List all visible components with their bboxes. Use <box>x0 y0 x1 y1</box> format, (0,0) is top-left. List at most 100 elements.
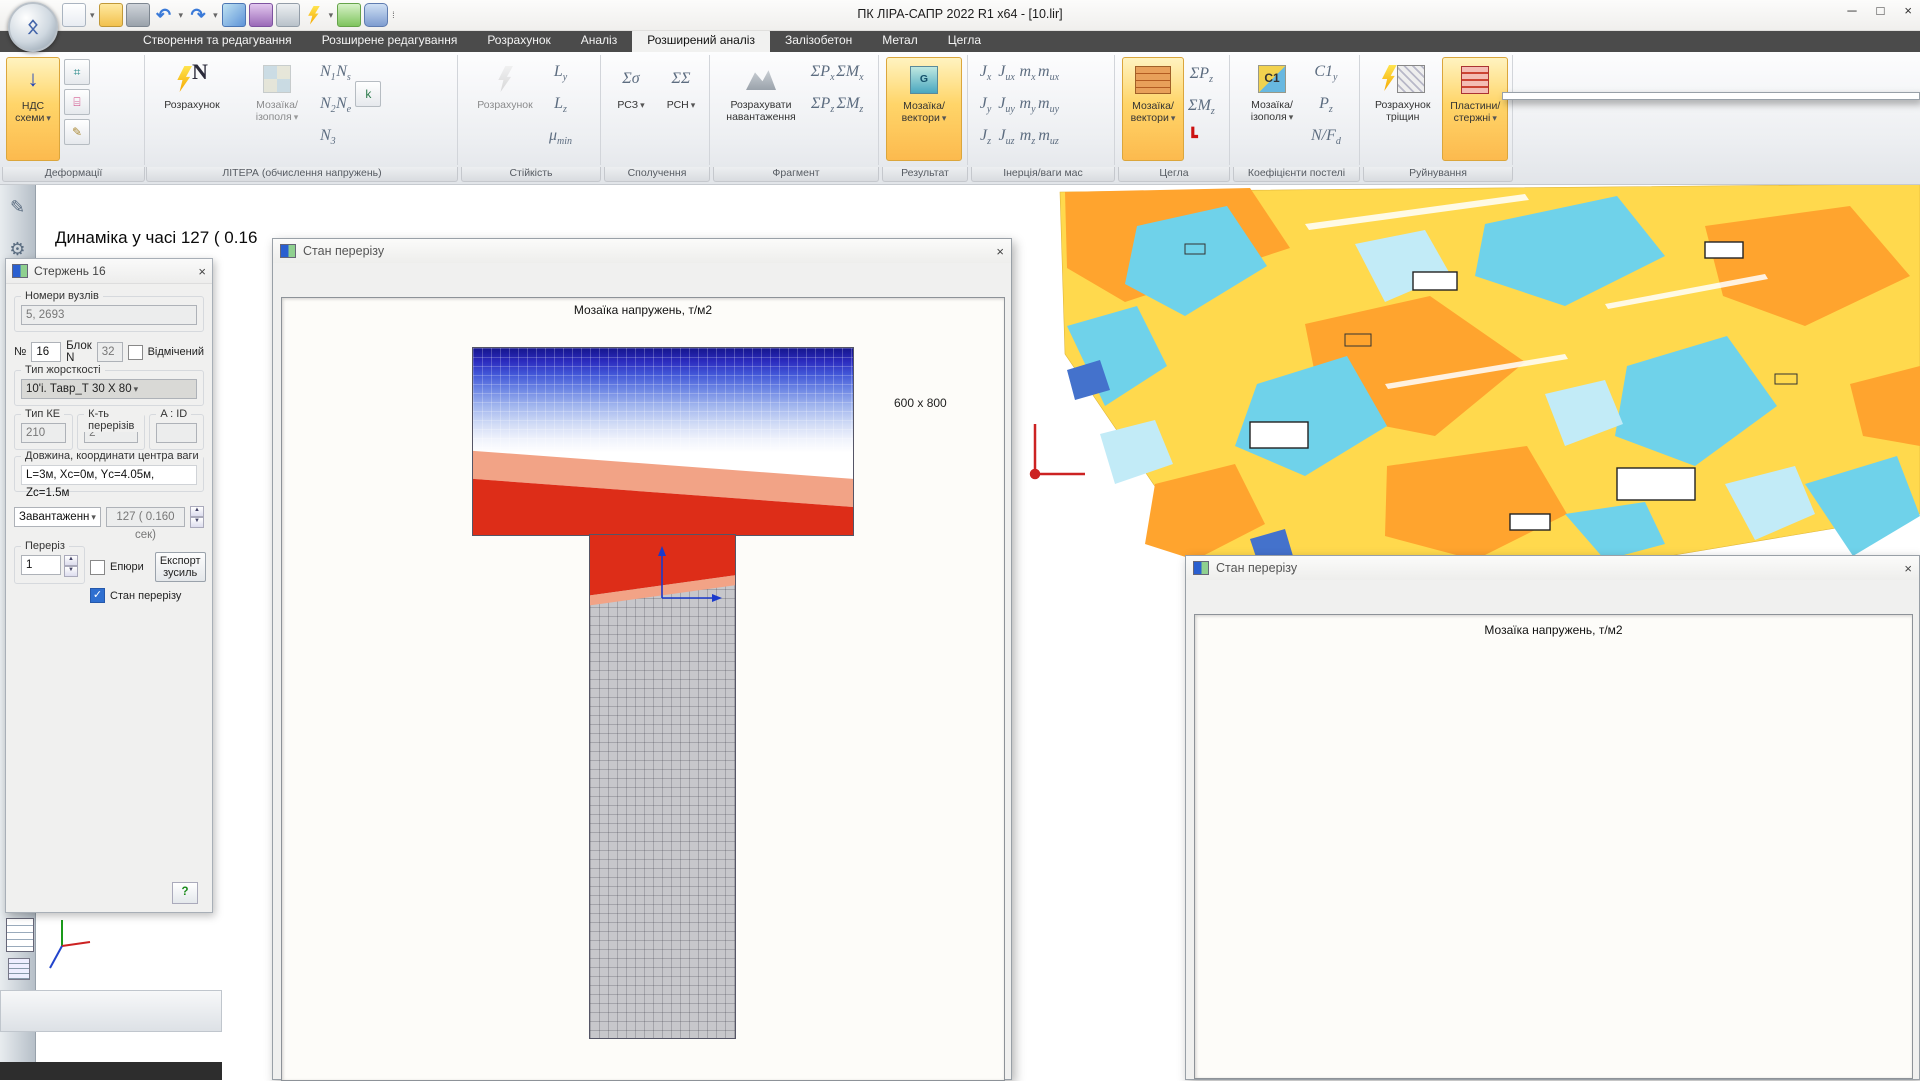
help-button[interactable]: ? <box>172 882 198 904</box>
redo-icon[interactable]: ↷ <box>187 4 209 26</box>
section-stepper[interactable]: ▲▼ <box>64 555 78 577</box>
panel-title-bar[interactable]: Стержень 16 × <box>6 259 212 284</box>
letter-button-mx[interactable]: mx <box>1020 63 1036 83</box>
rsn-button[interactable]: ΣΣРСН <box>658 57 704 161</box>
section-number-field[interactable]: 1 <box>21 555 61 575</box>
save-icon[interactable] <box>126 3 150 27</box>
letter-button-n2[interactable]: N2 <box>320 95 336 115</box>
lock-icon[interactable] <box>364 3 388 27</box>
red-angle-icon[interactable]: ┗ <box>1188 127 1215 147</box>
epures-label: Епюри <box>110 561 144 573</box>
stiffness-select[interactable]: 10'і. Тавр_Т 30 X 80 <box>21 379 197 399</box>
letter-button-juy[interactable]: Juy <box>998 95 1015 115</box>
more-icon[interactable]: ⁞ <box>392 10 395 20</box>
table-icon[interactable] <box>6 918 34 952</box>
letter-button-n3[interactable]: N3 <box>320 127 336 147</box>
flash-calc-icon[interactable] <box>303 4 325 26</box>
tab-цегла[interactable]: Цегла <box>933 30 996 52</box>
minimize-icon[interactable]: ─ <box>1847 3 1856 18</box>
letter-button-min[interactable]: μmin <box>549 127 572 147</box>
letter-button-mux[interactable]: mux <box>1038 63 1059 83</box>
tab-розширене-редагування[interactable]: Розширене редагування <box>307 30 473 52</box>
tab-розширений-аналіз[interactable]: Розширений аналіз <box>632 30 770 52</box>
lira-logo: ᛟ <box>8 2 58 52</box>
letter-button-ly[interactable]: Ly <box>554 63 567 83</box>
letter-button-jx[interactable]: Jx <box>980 63 992 83</box>
k-sphere-icon[interactable]: k <box>355 81 381 107</box>
tab-метал[interactable]: Метал <box>867 30 932 52</box>
letter-button-jux[interactable]: Jux <box>998 63 1015 83</box>
epures-checkbox[interactable] <box>90 560 105 575</box>
marked-checkbox[interactable] <box>128 345 143 360</box>
book-icon[interactable] <box>249 3 273 27</box>
layered-section-3d-view[interactable] <box>1195 727 1912 1077</box>
letter-button-n-fd[interactable]: N/Fd <box>1311 127 1341 147</box>
window-title-bar[interactable]: Стан перерізу × <box>1186 556 1919 580</box>
caret-down-icon[interactable]: ▾ <box>90 10 95 21</box>
3d-mosaic-view[interactable] <box>1005 184 1920 560</box>
number-field[interactable]: 16 <box>31 342 61 362</box>
3d-view-icon[interactable] <box>222 3 246 27</box>
mosaic-isofields-button[interactable]: Мозаїка/ізополя <box>238 57 316 161</box>
letter-button-ne[interactable]: Ne <box>336 95 351 115</box>
caret-down-icon[interactable]: ▾ <box>213 10 218 21</box>
tab-створення-та-редагування[interactable]: Створення та редагування <box>128 30 307 52</box>
letter-button-pz[interactable]: Pz <box>1319 95 1333 115</box>
export-forces-button[interactable]: Експорт зусиль <box>155 552 206 582</box>
brick-mosaic-vectors-button[interactable]: Мозаїка/вектори <box>1122 57 1184 161</box>
soil-mosaic-isofields-button[interactable]: C1Мозаїка/ізополя <box>1237 57 1307 161</box>
new-document-icon[interactable] <box>62 3 86 27</box>
nds-schemes-button[interactable]: ↓НДС схеми <box>6 57 60 161</box>
mosaic-vectors-button[interactable]: GМозаїка/вектори <box>886 57 962 161</box>
camera-icon[interactable] <box>276 3 300 27</box>
litera-calc-button[interactable]: NРозрахунок <box>150 57 234 161</box>
letter-button-n1[interactable]: N1 <box>320 63 336 83</box>
plates-bars-button[interactable]: Пластини/стержні <box>1442 57 1508 161</box>
window-title-bar[interactable]: Стан перерізу × <box>273 239 1011 263</box>
calc-loads-button[interactable]: Розрахувати навантаження <box>717 57 805 161</box>
caret-down-icon[interactable]: ▾ <box>329 10 334 21</box>
section-state-checkbox[interactable]: ✓ <box>90 588 105 603</box>
letter-button-mx[interactable]: ΣMx <box>836 63 863 83</box>
letter-button-ns[interactable]: Ns <box>336 63 351 83</box>
tab-залізобетон[interactable]: Залізобетон <box>770 30 867 52</box>
tab-аналіз[interactable]: Аналіз <box>566 30 632 52</box>
letter-button-my[interactable]: my <box>1020 95 1036 115</box>
calc-cracks-button[interactable]: Розрахунок тріщин <box>1367 57 1438 161</box>
tab-розрахунок[interactable]: Розрахунок <box>472 30 565 52</box>
close-icon[interactable]: × <box>198 264 206 279</box>
section-canvas[interactable]: Мозаїка напружень, т/м2 <box>1194 614 1913 1079</box>
letter-button-muy[interactable]: muy <box>1038 95 1059 115</box>
letter-button-jz[interactable]: Jz <box>980 127 991 147</box>
ribbon-group-деформації: ↓НДС схеми⌗ ⌸ ✎ <box>2 55 145 165</box>
letter-button-muz[interactable]: muz <box>1038 127 1058 147</box>
frame2-icon[interactable]: ⌸ <box>64 89 90 115</box>
section-canvas[interactable]: Мозаїка напружень, т/м2 600 x 800 <box>281 297 1005 1081</box>
letter-button-juz[interactable]: Juz <box>999 127 1015 147</box>
letter-button-mz[interactable]: ΣMz <box>837 95 864 115</box>
grid-icon[interactable] <box>8 958 30 980</box>
letter-button-lz[interactable]: Lz <box>554 95 567 115</box>
aid-group: A : ID <box>149 414 204 450</box>
letter-button-mz[interactable]: mz <box>1020 127 1035 147</box>
letter-button-px[interactable]: ΣPx <box>811 63 835 83</box>
close-icon[interactable]: × <box>996 244 1004 259</box>
letter-button-pz[interactable]: ΣPz <box>1190 65 1213 85</box>
close-icon[interactable]: × <box>1904 3 1912 18</box>
letter-button-c1y[interactable]: C1y <box>1314 63 1337 83</box>
diagrams-icon[interactable] <box>337 3 361 27</box>
close-icon[interactable]: × <box>1904 561 1912 576</box>
pencil-icon[interactable]: ✎ <box>64 119 90 145</box>
load-case-select[interactable]: Завантаженн <box>14 507 101 527</box>
letter-button-mz[interactable]: ΣMz <box>1188 97 1215 117</box>
letter-button-pz[interactable]: ΣPz <box>811 95 834 115</box>
letter-button-jy[interactable]: Jy <box>980 95 992 115</box>
maximize-icon[interactable]: □ <box>1877 3 1885 18</box>
stability-calc-button[interactable]: Розрахунок <box>465 57 545 161</box>
load-case-stepper[interactable]: ▲▼ <box>190 506 204 528</box>
frame-icon[interactable]: ⌗ <box>64 59 90 85</box>
rsz-button[interactable]: ΣσРСЗ <box>608 57 654 161</box>
open-document-icon[interactable] <box>99 3 123 27</box>
undo-icon[interactable]: ↶ <box>153 4 175 26</box>
caret-down-icon[interactable]: ▾ <box>179 10 184 21</box>
